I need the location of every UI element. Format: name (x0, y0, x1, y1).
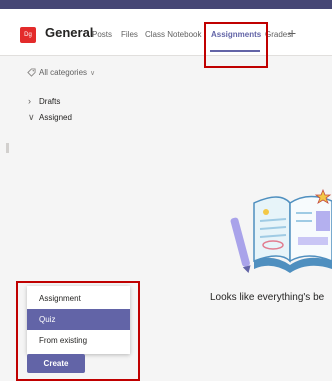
team-badge[interactable]: Dg (20, 27, 36, 43)
open-book-illustration (230, 188, 332, 274)
category-filter-label: All categories (39, 68, 88, 77)
section-drafts-label: Drafts (39, 96, 61, 106)
category-filter[interactable]: All categories ∨ (27, 68, 95, 77)
section-drafts[interactable]: › Drafts (28, 96, 60, 106)
tag-icon (27, 68, 36, 77)
chevron-right-icon: › (28, 96, 31, 106)
tab-posts[interactable]: Posts (92, 30, 112, 39)
chevron-down-icon: ∨ (28, 112, 35, 122)
section-assigned[interactable]: ∨ Assigned (28, 112, 72, 123)
scrollbar-thumb[interactable] (6, 143, 9, 153)
tab-class-notebook[interactable]: Class Notebook (145, 30, 201, 39)
app-top-bar (0, 0, 332, 9)
section-assigned-label: Assigned (39, 113, 72, 122)
create-menu-highlight (16, 281, 140, 381)
chevron-down-icon: ∨ (90, 69, 96, 77)
plus-icon[interactable]: + (288, 25, 296, 41)
assignments-tab-highlight (204, 22, 268, 68)
tab-files[interactable]: Files (121, 30, 138, 39)
channel-title: General (45, 25, 94, 40)
empty-state-message: Looks like everything's be (210, 292, 325, 303)
channel-header: Dg General Posts Files Class Notebook As… (0, 9, 332, 56)
